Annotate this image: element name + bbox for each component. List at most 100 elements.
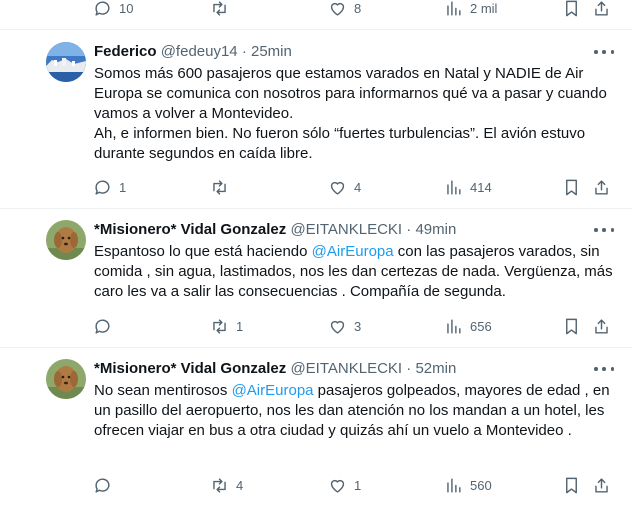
views-button[interactable]: 414 bbox=[444, 176, 492, 198]
like-count: 4 bbox=[354, 179, 362, 195]
bookmark-icon bbox=[566, 179, 577, 195]
share-icon bbox=[595, 0, 608, 16]
reply-count: 10 bbox=[119, 0, 134, 16]
user-handle[interactable]: @fedeuy14 bbox=[161, 43, 238, 60]
views-icon bbox=[447, 0, 461, 16]
tweet-header: *Misionero* Vidal Gonzalez @EITANKLECKI … bbox=[94, 220, 456, 240]
tweet-text-part: Espantoso lo que está haciendo bbox=[94, 243, 312, 260]
bookmark-button[interactable] bbox=[562, 176, 581, 198]
retweet-button[interactable]: 4 bbox=[210, 474, 243, 496]
views-icon bbox=[447, 179, 461, 195]
retweet-button[interactable] bbox=[210, 0, 236, 19]
reply-button[interactable]: 10 bbox=[93, 0, 133, 19]
display-name[interactable]: Federico bbox=[94, 43, 157, 60]
avatar-photo bbox=[46, 359, 86, 399]
user-handle[interactable]: @EITANKLECKI bbox=[290, 360, 402, 377]
like-button[interactable]: 3 bbox=[328, 315, 361, 337]
avatar-photo bbox=[46, 42, 86, 82]
more-options-button[interactable] bbox=[594, 46, 614, 58]
tweet-text: No sean mentirosos @AirEuropa pasajeros … bbox=[94, 381, 614, 441]
tweet-header: *Misionero* Vidal Gonzalez @EITANKLECKI … bbox=[94, 359, 456, 379]
retweet-count: 1 bbox=[236, 318, 244, 334]
mention-link[interactable]: @AirEuropa bbox=[312, 243, 394, 260]
mention-link[interactable]: @AirEuropa bbox=[232, 382, 314, 399]
tweet-text: Espantoso lo que está haciendo @AirEurop… bbox=[94, 242, 614, 302]
share-button[interactable] bbox=[592, 0, 611, 19]
retweet-button[interactable]: 1 bbox=[210, 315, 243, 337]
like-button[interactable]: 1 bbox=[328, 474, 361, 496]
share-button[interactable] bbox=[592, 474, 611, 496]
separator: · bbox=[402, 360, 416, 377]
tweet-text-part: No sean mentirosos bbox=[94, 382, 232, 399]
divider bbox=[0, 347, 632, 348]
like-count: 8 bbox=[354, 0, 362, 16]
heart-icon bbox=[330, 320, 345, 334]
tweet-paragraph: Ah, e informen bien. No fueron sólo “fue… bbox=[94, 125, 586, 162]
share-button[interactable] bbox=[592, 315, 611, 337]
bookmark-button[interactable] bbox=[562, 0, 581, 19]
views-count: 414 bbox=[470, 179, 492, 195]
reply-icon bbox=[95, 0, 110, 16]
like-button[interactable]: 4 bbox=[328, 176, 361, 198]
timestamp[interactable]: 25min bbox=[251, 43, 292, 60]
views-icon bbox=[447, 318, 461, 334]
separator: · bbox=[237, 43, 251, 60]
separator: · bbox=[402, 221, 416, 238]
share-button[interactable] bbox=[592, 176, 611, 198]
views-button[interactable]: 560 bbox=[444, 474, 492, 496]
views-button[interactable]: 2 mil bbox=[444, 0, 497, 19]
views-count: 560 bbox=[470, 477, 492, 493]
timestamp[interactable]: 52min bbox=[415, 360, 456, 377]
views-count: 656 bbox=[470, 318, 492, 334]
avatar[interactable] bbox=[46, 42, 86, 82]
like-count: 3 bbox=[354, 318, 362, 334]
divider bbox=[0, 29, 632, 30]
retweet-icon bbox=[213, 179, 226, 195]
avatar-photo bbox=[46, 220, 86, 260]
like-button[interactable]: 8 bbox=[328, 0, 361, 19]
user-handle[interactable]: @EITANKLECKI bbox=[290, 221, 402, 238]
tweet-actions: 1 3 656 bbox=[0, 315, 632, 337]
reply-button[interactable]: 1 bbox=[93, 176, 126, 198]
share-icon bbox=[595, 477, 608, 493]
retweet-count: 4 bbox=[236, 477, 244, 493]
tweet-actions-top: 10 8 2 mil bbox=[0, 0, 632, 19]
views-button[interactable]: 656 bbox=[444, 315, 492, 337]
tweet-text: Somos más 600 pasajeros que estamos vara… bbox=[94, 64, 614, 164]
retweet-icon bbox=[213, 0, 226, 16]
bookmark-button[interactable] bbox=[562, 474, 581, 496]
reply-button[interactable] bbox=[93, 474, 119, 496]
more-options-button[interactable] bbox=[594, 224, 614, 236]
retweet-icon bbox=[213, 318, 226, 334]
divider bbox=[0, 208, 632, 209]
retweet-icon bbox=[213, 477, 226, 493]
heart-icon bbox=[330, 479, 345, 493]
like-count: 1 bbox=[354, 477, 362, 493]
more-options-button[interactable] bbox=[594, 363, 614, 375]
reply-count: 1 bbox=[119, 179, 127, 195]
reply-icon bbox=[95, 477, 110, 493]
bookmark-icon bbox=[566, 0, 577, 16]
avatar[interactable] bbox=[46, 359, 86, 399]
bookmark-icon bbox=[566, 477, 577, 493]
share-icon bbox=[595, 179, 608, 195]
heart-icon bbox=[330, 181, 345, 195]
heart-icon bbox=[330, 2, 345, 16]
tweet-paragraph: Somos más 600 pasajeros que estamos vara… bbox=[94, 65, 607, 122]
display-name[interactable]: *Misionero* Vidal Gonzalez bbox=[94, 360, 286, 377]
retweet-button[interactable] bbox=[210, 176, 236, 198]
reply-button[interactable] bbox=[93, 315, 119, 337]
display-name[interactable]: *Misionero* Vidal Gonzalez bbox=[94, 221, 286, 238]
tweet-actions: 1 4 414 bbox=[0, 176, 632, 198]
tweet-header: Federico @fedeuy14 · 25min bbox=[94, 42, 292, 62]
reply-icon bbox=[95, 318, 110, 334]
bookmark-icon bbox=[566, 318, 577, 334]
views-icon bbox=[447, 477, 461, 493]
tweet-actions: 4 1 560 bbox=[0, 474, 632, 496]
timestamp[interactable]: 49min bbox=[415, 221, 456, 238]
reply-icon bbox=[95, 179, 110, 195]
avatar[interactable] bbox=[46, 220, 86, 260]
share-icon bbox=[595, 318, 608, 334]
views-count: 2 mil bbox=[470, 0, 498, 16]
bookmark-button[interactable] bbox=[562, 315, 581, 337]
